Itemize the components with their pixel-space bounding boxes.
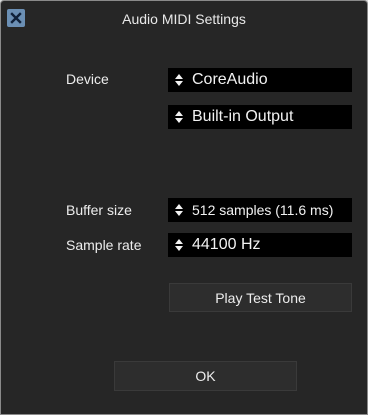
device-output-select[interactable]: Built-in Output <box>168 105 352 129</box>
close-button[interactable] <box>7 9 25 27</box>
buffer-size-label: Buffer size <box>66 202 132 218</box>
select-arrows-icon <box>175 74 183 86</box>
sample-rate-value: 44100 Hz <box>192 236 261 253</box>
audio-midi-settings-window: Audio MIDI Settings Device CoreAudio Bui… <box>0 0 368 415</box>
title-bar: Audio MIDI Settings <box>1 1 367 38</box>
sample-rate-label: Sample rate <box>66 237 142 253</box>
device-output-value: Built-in Output <box>192 108 294 125</box>
sample-rate-select[interactable]: 44100 Hz <box>168 233 352 257</box>
select-arrows-icon <box>175 204 183 216</box>
play-test-tone-button[interactable]: Play Test Tone <box>169 283 352 312</box>
select-arrows-icon <box>175 239 183 251</box>
window-title: Audio MIDI Settings <box>122 11 246 27</box>
device-driver-select[interactable]: CoreAudio <box>168 68 352 92</box>
buffer-size-value: 512 samples (11.6 ms) <box>192 202 334 218</box>
device-driver-value: CoreAudio <box>192 71 268 88</box>
close-x-icon <box>10 12 22 24</box>
ok-button[interactable]: OK <box>114 361 297 391</box>
select-arrows-icon <box>175 111 183 123</box>
buffer-size-select[interactable]: 512 samples (11.6 ms) <box>168 198 352 222</box>
device-label: Device <box>66 71 109 87</box>
